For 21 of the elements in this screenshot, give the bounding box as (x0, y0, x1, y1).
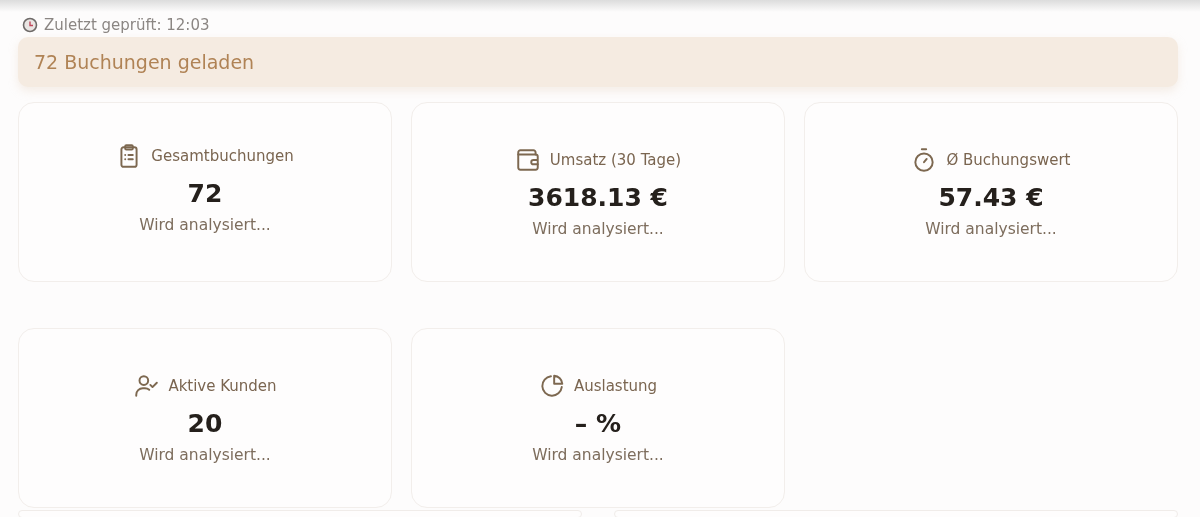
stat-note: Wird analysiert... (532, 445, 664, 464)
clock-icon (22, 16, 38, 33)
last-checked-time: Zuletzt geprüft: 12:03 (44, 15, 210, 34)
stat-value: 72 (187, 179, 223, 208)
pie-chart-icon (538, 372, 565, 399)
stat-note: Wird analysiert... (139, 216, 271, 234)
stat-label: Auslastung (573, 376, 658, 395)
stat-note: Wird analysiert... (532, 219, 664, 238)
stat-note: Wird analysiert... (139, 445, 271, 464)
banner-text: 72 Buchungen geladen (34, 51, 255, 73)
stat-label: Aktive Kunden (168, 376, 277, 395)
stat-value: 3618.13 € (528, 182, 668, 212)
stat-value: 57.43 € (938, 182, 1044, 212)
wallet-icon (514, 146, 541, 173)
stat-value: – % (574, 408, 622, 438)
user-check-icon (133, 372, 160, 399)
stat-note: Wird analysiert... (925, 219, 1057, 238)
stat-label: Gesamtbuchungen (151, 147, 294, 165)
stat-value: 20 (187, 408, 223, 438)
stat-label: Ø Buchungswert (946, 150, 1071, 169)
stat-label: Umsatz (30 Tage) (549, 150, 682, 169)
